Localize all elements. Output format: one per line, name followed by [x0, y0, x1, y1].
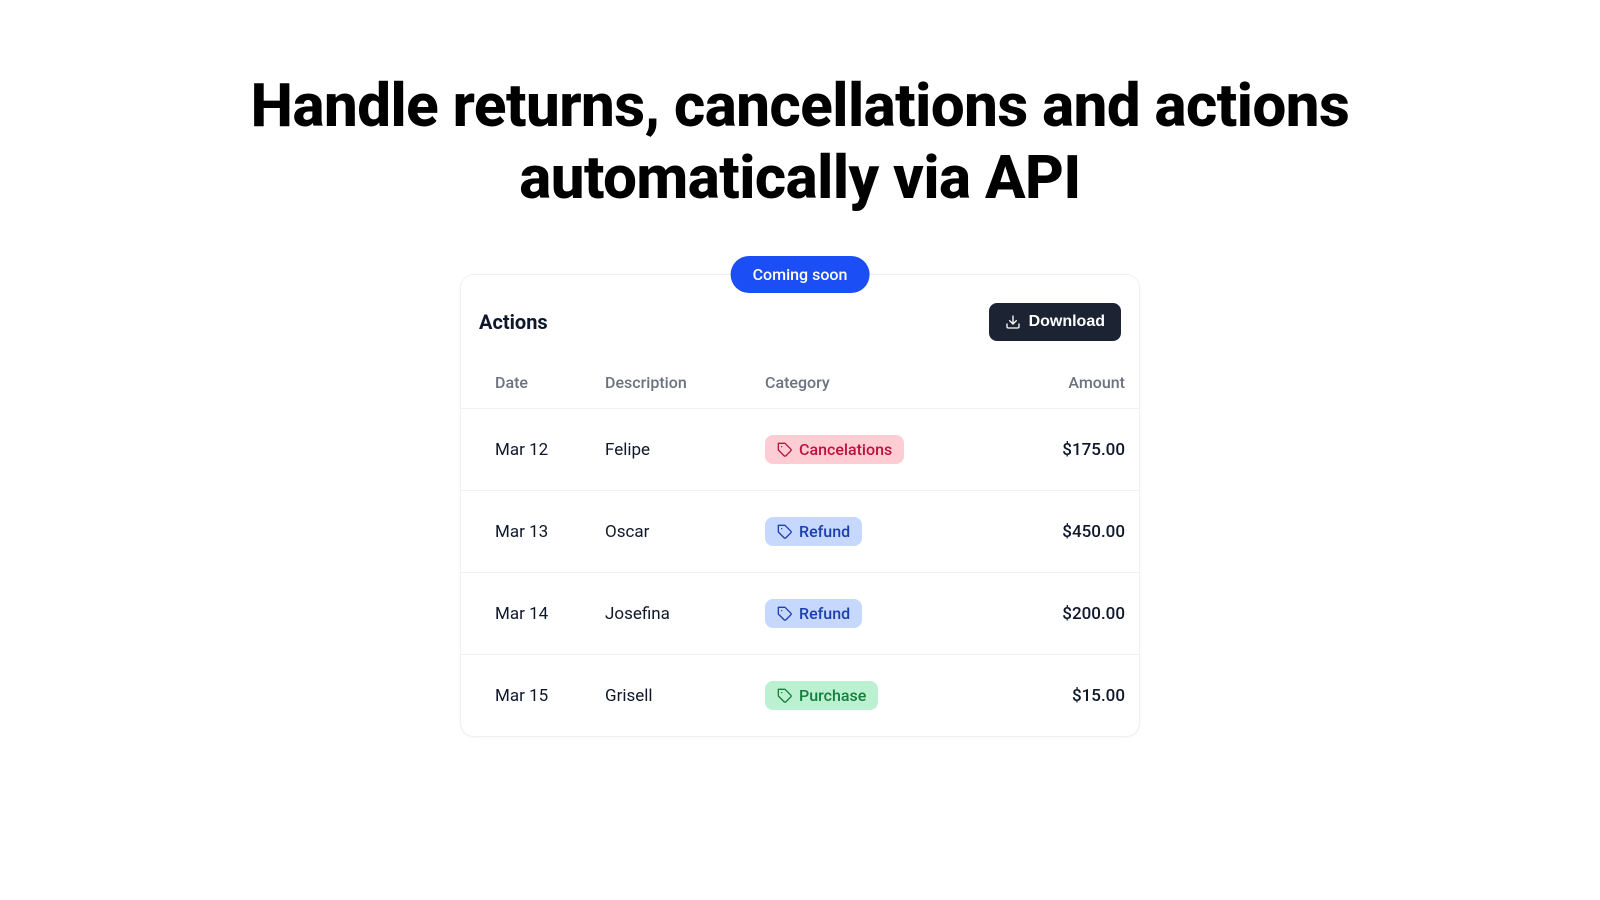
- row-menu-button[interactable]: [1137, 436, 1140, 464]
- cell-description: Grisell: [605, 686, 765, 706]
- cell-amount: $200.00: [985, 604, 1125, 624]
- card-header: Actions Download: [461, 303, 1139, 363]
- cell-category: Refund: [765, 517, 985, 546]
- th-category: Category: [765, 373, 985, 392]
- cell-category: Refund: [765, 599, 985, 628]
- cell-description: Oscar: [605, 522, 765, 542]
- coming-soon-badge: Coming soon: [731, 256, 870, 293]
- table-header: Date Description Category Amount: [461, 363, 1139, 409]
- cell-category: Cancelations: [765, 435, 985, 464]
- tag-icon: [777, 688, 793, 704]
- table-row: Mar 14Josefina Refund $200.00: [461, 573, 1139, 655]
- cell-amount: $450.00: [985, 522, 1125, 542]
- cell-category: Purchase: [765, 681, 985, 710]
- download-label: Download: [1029, 313, 1105, 331]
- cell-date: Mar 13: [495, 522, 605, 542]
- category-badge: Cancelations: [765, 435, 904, 464]
- actions-card: Actions Download Date Description Catego…: [460, 274, 1140, 737]
- download-button[interactable]: Download: [989, 303, 1121, 341]
- row-menu-button[interactable]: [1137, 600, 1140, 628]
- cell-amount: $175.00: [985, 440, 1125, 460]
- cell-date: Mar 15: [495, 686, 605, 706]
- th-description: Description: [605, 373, 765, 392]
- category-badge: Refund: [765, 517, 862, 546]
- row-menu-button[interactable]: [1137, 682, 1140, 710]
- tag-icon: [777, 606, 793, 622]
- table-body: Mar 12Felipe Cancelations $175.00 Mar 13Osc…: [461, 409, 1139, 736]
- category-badge: Refund: [765, 599, 862, 628]
- th-actions: [1125, 373, 1140, 392]
- download-icon: [1005, 314, 1021, 330]
- actions-card-wrap: Coming soon Actions Download Date Descri…: [460, 274, 1140, 737]
- cell-description: Josefina: [605, 604, 765, 624]
- cell-description: Felipe: [605, 440, 765, 460]
- category-badge: Purchase: [765, 681, 878, 710]
- table-row: Mar 15Grisell Purchase $15.00: [461, 655, 1139, 736]
- category-label: Refund: [799, 522, 850, 541]
- th-date: Date: [495, 373, 605, 392]
- cell-amount: $15.00: [985, 686, 1125, 706]
- table-row: Mar 13Oscar Refund $450.00: [461, 491, 1139, 573]
- category-label: Cancelations: [799, 440, 892, 459]
- cell-date: Mar 14: [495, 604, 605, 624]
- table-row: Mar 12Felipe Cancelations $175.00: [461, 409, 1139, 491]
- card-title: Actions: [479, 310, 548, 334]
- th-amount: Amount: [985, 373, 1125, 392]
- category-label: Purchase: [799, 686, 866, 705]
- category-label: Refund: [799, 604, 850, 623]
- cell-date: Mar 12: [495, 440, 605, 460]
- hero-title: Handle returns, cancellations and action…: [250, 70, 1350, 214]
- tag-icon: [777, 524, 793, 540]
- tag-icon: [777, 442, 793, 458]
- row-menu-button[interactable]: [1137, 518, 1140, 546]
